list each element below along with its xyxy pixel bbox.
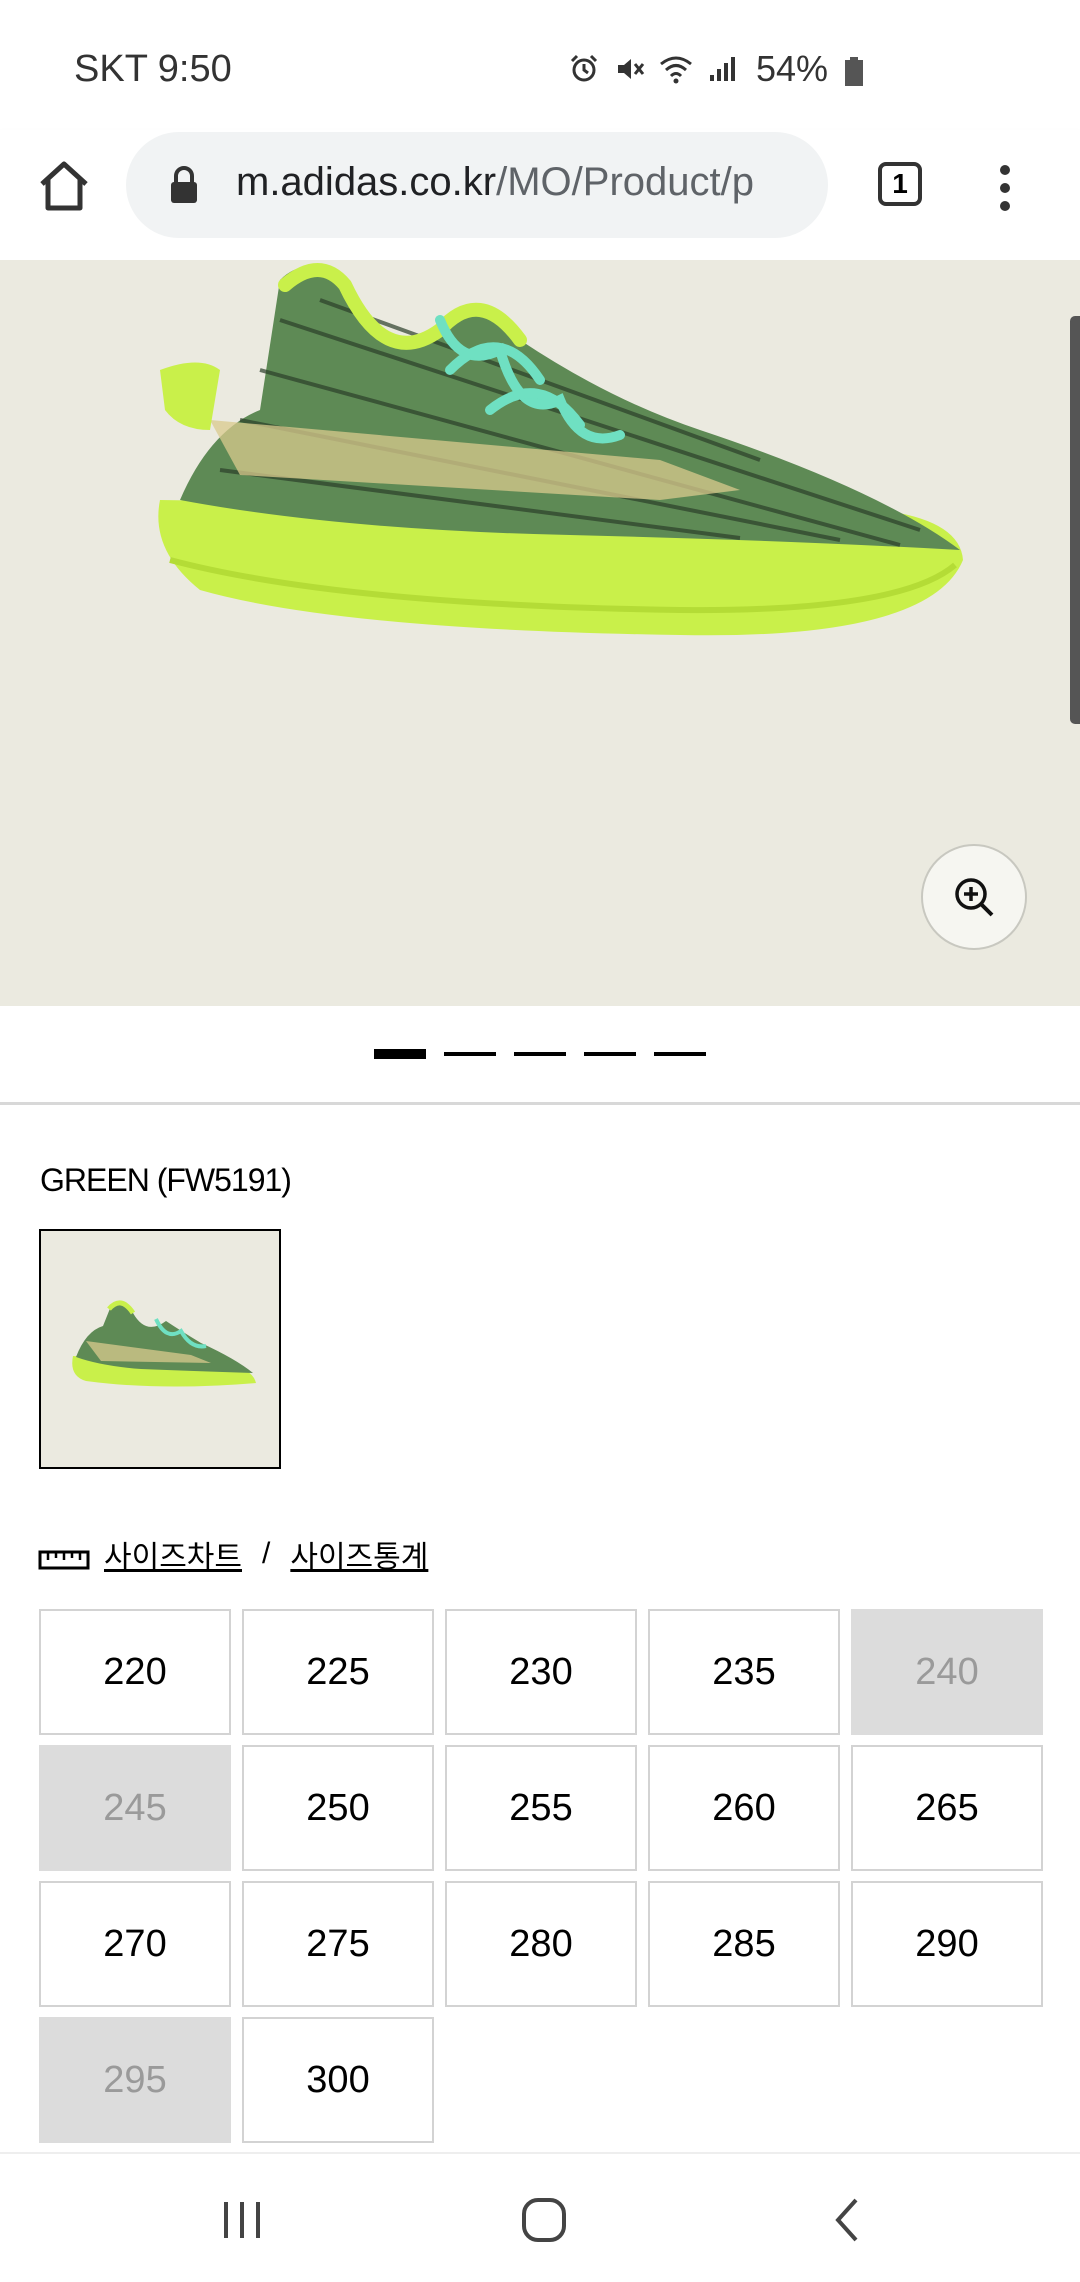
recents-icon bbox=[224, 2202, 260, 2238]
home-button[interactable] bbox=[34, 156, 94, 226]
size-option[interactable]: 265 bbox=[851, 1745, 1043, 1871]
home-icon bbox=[40, 161, 88, 211]
size-option: 240 bbox=[851, 1609, 1043, 1735]
carousel-pagination bbox=[374, 1049, 706, 1059]
size-option: 295 bbox=[39, 2017, 231, 2143]
size-option[interactable]: 235 bbox=[648, 1609, 840, 1735]
size-option[interactable]: 290 bbox=[851, 1881, 1043, 2007]
shoe-thumbnail-image bbox=[72, 1300, 256, 1387]
tab-switcher-button[interactable]: 1 bbox=[878, 162, 922, 206]
back-chevron-icon bbox=[835, 2198, 858, 2242]
clock: 9:50 bbox=[157, 48, 232, 90]
link-separator: / bbox=[262, 1537, 271, 1570]
size-option[interactable]: 220 bbox=[39, 1609, 231, 1735]
carrier-time: SKT 9:50 bbox=[74, 48, 232, 91]
color-label: GREEN (FW5191) bbox=[40, 1162, 292, 1198]
size-option[interactable]: 300 bbox=[242, 2017, 434, 2143]
carousel-dot-1[interactable] bbox=[374, 1049, 426, 1059]
recents-button[interactable] bbox=[212, 2190, 272, 2250]
browser-toolbar: m.adidas.co.kr/MO/Product/p 1 bbox=[0, 130, 1080, 260]
zoom-button[interactable] bbox=[921, 844, 1027, 950]
size-option[interactable]: 285 bbox=[648, 1881, 840, 2007]
more-menu-button[interactable] bbox=[990, 158, 1020, 218]
carousel-dot-2[interactable] bbox=[444, 1052, 496, 1056]
more-vert-icon bbox=[1000, 165, 1010, 211]
url-domain: m.adidas.co.kr bbox=[236, 160, 497, 204]
tab-count: 1 bbox=[892, 168, 908, 199]
size-grid: 220 225 230 235 240 245 250 255 260 265 270 275 280 2… bbox=[39, 1609, 1043, 2143]
size-option[interactable]: 225 bbox=[242, 1609, 434, 1735]
size-option[interactable]: 280 bbox=[445, 1881, 637, 2007]
alarm-icon bbox=[566, 51, 602, 87]
system-nav-bar bbox=[0, 2152, 1080, 2282]
size-option[interactable]: 250 bbox=[242, 1745, 434, 1871]
size-option[interactable]: 270 bbox=[39, 1881, 231, 2007]
section-divider bbox=[0, 1102, 1080, 1105]
carrier: SKT bbox=[74, 48, 148, 90]
back-button[interactable] bbox=[818, 2190, 878, 2250]
scroll-indicator[interactable] bbox=[1070, 316, 1080, 724]
size-stats-link[interactable]: 사이즈통계 bbox=[290, 1532, 428, 1576]
carousel-dot-3[interactable] bbox=[514, 1052, 566, 1056]
size-chart-link[interactable]: 사이즈차트 bbox=[104, 1532, 242, 1576]
home-circle-icon bbox=[522, 2198, 566, 2242]
url-text: m.adidas.co.kr/MO/Product/p bbox=[236, 160, 796, 205]
size-option[interactable]: 260 bbox=[648, 1745, 840, 1871]
battery-percent: 54% bbox=[755, 48, 828, 89]
size-links: 사이즈차트 / 사이즈통계 bbox=[38, 1532, 428, 1576]
carousel-dot-5[interactable] bbox=[654, 1052, 706, 1056]
product-image-carousel[interactable] bbox=[0, 260, 1080, 1006]
wifi-icon bbox=[658, 51, 694, 87]
size-option: 245 bbox=[39, 1745, 231, 1871]
url-path: /MO/Product/p bbox=[496, 160, 754, 204]
battery-icon bbox=[844, 54, 864, 86]
ruler-icon bbox=[38, 1544, 90, 1570]
status-icons: 54% bbox=[566, 48, 864, 90]
home-nav-button[interactable] bbox=[514, 2190, 574, 2250]
carousel-dot-4[interactable] bbox=[584, 1052, 636, 1056]
status-bar: SKT 9:50 54% bbox=[0, 0, 1080, 130]
size-option[interactable]: 275 bbox=[242, 1881, 434, 2007]
zoom-in-icon bbox=[955, 878, 994, 917]
size-option[interactable]: 230 bbox=[445, 1609, 637, 1735]
mute-icon bbox=[612, 51, 648, 87]
size-option[interactable]: 255 bbox=[445, 1745, 637, 1871]
address-bar[interactable]: m.adidas.co.kr/MO/Product/p bbox=[126, 132, 828, 238]
signal-icon bbox=[704, 51, 740, 87]
shoe-image bbox=[158, 263, 964, 636]
color-swatch-selected[interactable] bbox=[39, 1229, 281, 1469]
lock-icon bbox=[170, 166, 198, 204]
